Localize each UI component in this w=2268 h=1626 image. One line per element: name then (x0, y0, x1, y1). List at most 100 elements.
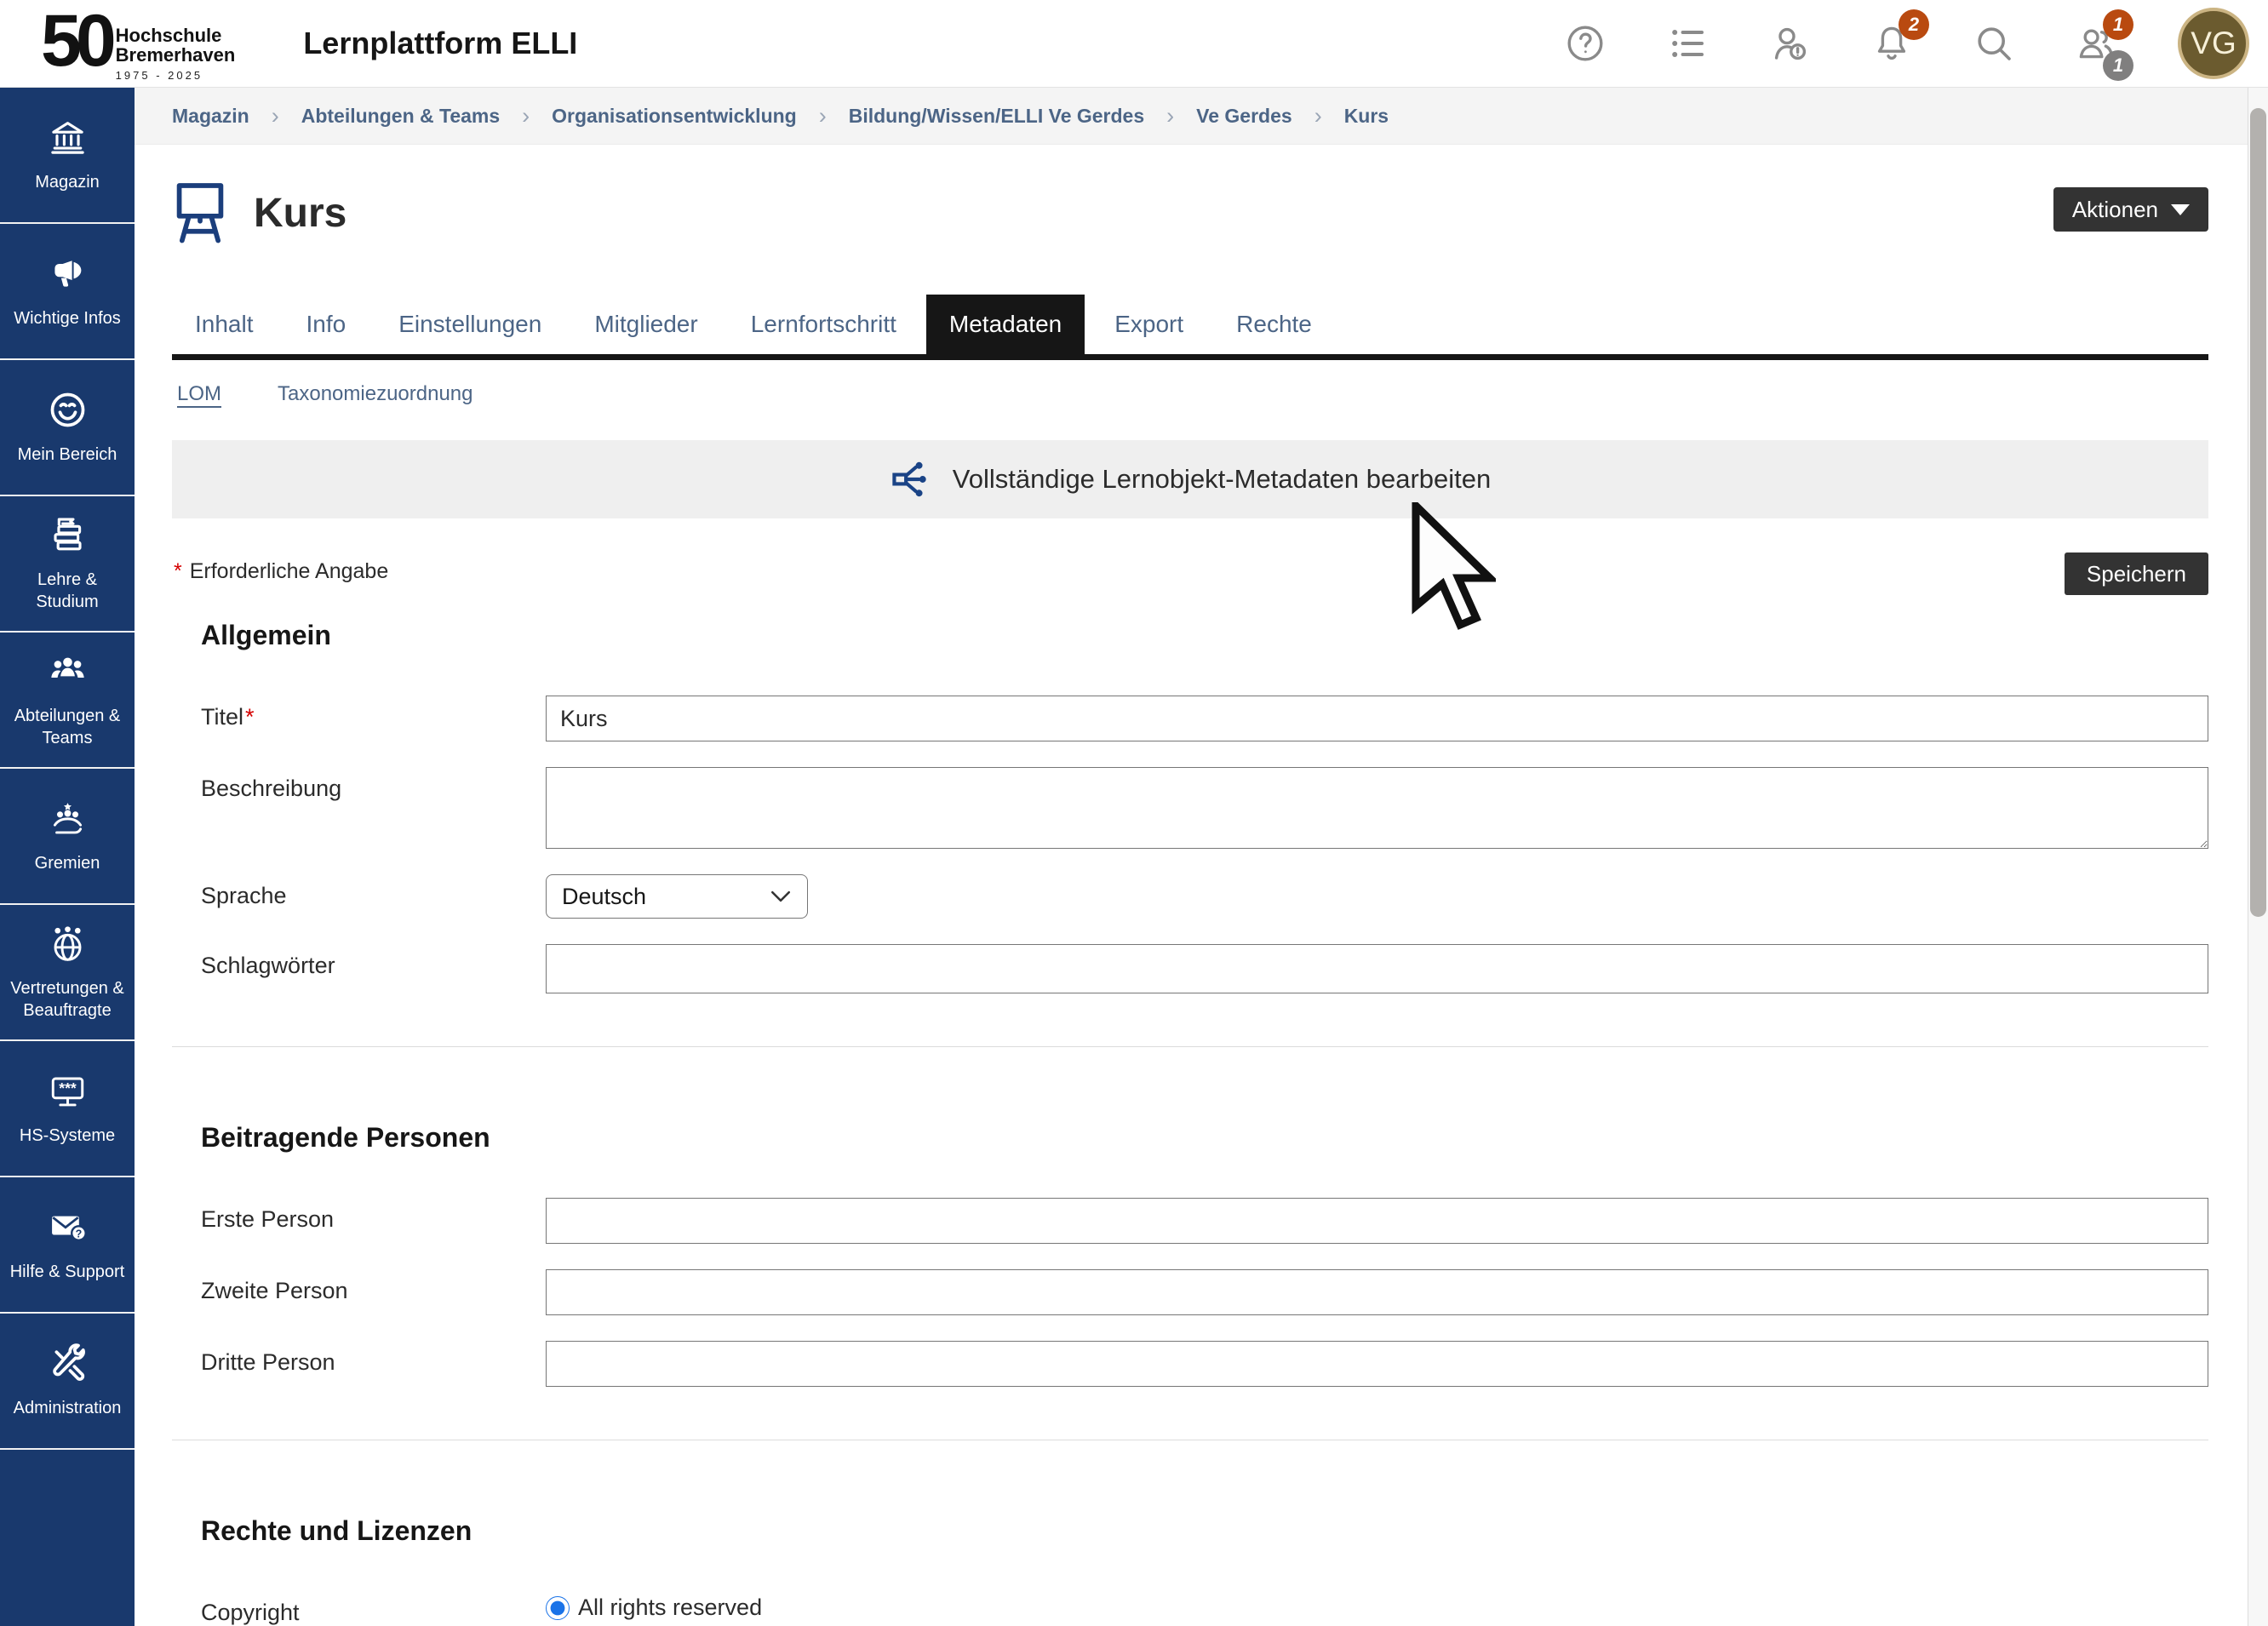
hochschule-bremerhaven-logo[interactable]: 50 Hochschule Bremerhaven 1975 - 2025 (41, 5, 235, 82)
schlagwoerter-label: Schlagwörter (172, 944, 546, 993)
required-marker: * (174, 559, 182, 583)
tab-metadaten[interactable]: Metadaten (926, 295, 1085, 354)
sidebar-item-vertretungen-beauftragte[interactable]: Vertretungen & Beauftragte (0, 905, 135, 1041)
mail-help-icon: ? (48, 1207, 88, 1251)
zweite-person-input[interactable] (546, 1269, 2208, 1315)
form-toolbar: *Erforderliche Angabe Speichern (172, 559, 2208, 584)
zweite-person-label: Zweite Person (172, 1269, 546, 1315)
top-header: 50 Hochschule Bremerhaven 1975 - 2025 Le… (0, 0, 2268, 88)
contacts-new-badge: 1 (2103, 9, 2133, 40)
tab-bar: Inhalt Info Einstellungen Mitglieder Ler… (172, 295, 2208, 360)
titel-label: Titel* (172, 696, 546, 741)
contacts-icon[interactable]: 1 1 (2076, 23, 2116, 64)
svg-text:?: ? (75, 1228, 82, 1240)
beschreibung-label: Beschreibung (172, 767, 546, 849)
breadcrumb-item[interactable]: Magazin (172, 105, 249, 128)
sidebar-item-magazin[interactable]: Magazin (0, 88, 135, 224)
sidebar-item-wichtige-infos[interactable]: Wichtige Infos (0, 224, 135, 360)
scrollbar-thumb[interactable] (2250, 108, 2266, 917)
caret-down-icon (2171, 204, 2190, 215)
page-title: Kurs (254, 190, 346, 237)
tab-lernfortschritt[interactable]: Lernfortschritt (728, 295, 919, 354)
books-icon (48, 515, 88, 559)
tab-rechte[interactable]: Rechte (1213, 295, 1335, 354)
tab-export[interactable]: Export (1091, 295, 1206, 354)
erste-person-label: Erste Person (172, 1198, 546, 1244)
sidebar-item-label: HS-Systeme (15, 1125, 119, 1147)
sidebar-item-label: Vertretungen & Beauftragte (0, 977, 135, 1022)
sprache-select[interactable]: Deutsch (546, 874, 808, 919)
tab-mitglieder[interactable]: Mitglieder (571, 295, 720, 354)
sidebar-item-label: Abteilungen & Teams (0, 705, 135, 749)
sidebar-item-hilfe-support[interactable]: ? Hilfe & Support (0, 1177, 135, 1314)
logo-line2: Bremerhaven (116, 45, 236, 65)
breadcrumb-separator-icon: › (272, 103, 279, 129)
sidebar-item-label: Gremien (31, 852, 105, 874)
edit-full-metadata-link[interactable]: Vollständige Lernobjekt-Metadaten bearbe… (172, 440, 2208, 518)
tab-info[interactable]: Info (284, 295, 369, 354)
metadata-hub-icon (890, 458, 932, 501)
subtab-taxonomiezuordnung[interactable]: Taxonomiezuordnung (278, 382, 473, 406)
breadcrumb-item[interactable]: Bildung/Wissen/ELLI Ve Gerdes (849, 105, 1144, 128)
sidebar-item-gremien[interactable]: Gremien (0, 769, 135, 905)
help-icon[interactable] (1565, 23, 1606, 64)
sidebar-item-administration[interactable]: Administration (0, 1314, 135, 1450)
people-group-icon (48, 651, 88, 696)
app-title: Lernplattform ELLI (303, 26, 577, 61)
schlagwoerter-input[interactable] (546, 944, 2208, 993)
monitor-password-icon: *** (48, 1071, 88, 1115)
who-is-online-icon[interactable] (1769, 23, 1810, 64)
copyright-label: Copyright (172, 1591, 546, 1626)
copyright-option-label: All rights reserved (578, 1595, 762, 1621)
aktionen-button[interactable]: Aktionen (2053, 187, 2208, 232)
breadcrumb-item[interactable]: Organisationsentwicklung (552, 105, 797, 128)
sidebar-item-label: Wichtige Infos (9, 307, 125, 329)
course-easel-icon (172, 180, 228, 245)
erste-person-input[interactable] (546, 1198, 2208, 1244)
notifications-bell-icon[interactable]: 2 (1871, 23, 1912, 64)
subtab-lom[interactable]: LOM (177, 382, 221, 406)
logo-50: 50 (41, 7, 111, 77)
logo-years: 1975 - 2025 (116, 69, 236, 82)
subtab-bar: LOM Taxonomiezuordnung (172, 382, 2208, 406)
tools-icon (48, 1343, 88, 1388)
sidebar-item-abteilungen-teams[interactable]: Abteilungen & Teams (0, 633, 135, 769)
breadcrumb-separator-icon: › (819, 103, 827, 129)
breadcrumb-separator-icon: › (1166, 103, 1174, 129)
sidebar-item-label: Administration (9, 1397, 126, 1419)
required-marker: * (245, 704, 255, 730)
breadcrumb-item[interactable]: Kurs (1344, 105, 1389, 128)
sidebar-item-label: Magazin (31, 171, 104, 193)
megaphone-icon (48, 254, 88, 298)
titel-input[interactable] (546, 696, 2208, 741)
breadcrumb-item[interactable]: Abteilungen & Teams (301, 105, 500, 128)
chevron-down-icon (770, 890, 792, 903)
main-area: Magazin › Abteilungen & Teams › Organisa… (135, 88, 2248, 1626)
dritte-person-input[interactable] (546, 1341, 2208, 1387)
copyright-radio[interactable] (546, 1596, 570, 1620)
beschreibung-textarea[interactable] (546, 767, 2208, 849)
dritte-person-label: Dritte Person (172, 1341, 546, 1387)
content: Kurs Aktionen Inhalt Info Einstellungen … (135, 145, 2248, 1626)
sidebar-item-mein-bereich[interactable]: Mein Bereich (0, 360, 135, 496)
todo-list-icon[interactable] (1667, 23, 1708, 64)
section-heading-beitragende: Beitragende Personen (201, 1122, 2208, 1154)
breadcrumb-separator-icon: › (522, 103, 530, 129)
speichern-button[interactable]: Speichern (2065, 552, 2208, 595)
breadcrumb-item[interactable]: Ve Gerdes (1196, 105, 1292, 128)
tab-inhalt[interactable]: Inhalt (172, 295, 277, 354)
required-hint: Erforderliche Angabe (190, 559, 388, 583)
sidebar-item-lehre-studium[interactable]: Lehre & Studium (0, 496, 135, 633)
sidebar-item-hs-systeme[interactable]: *** HS-Systeme (0, 1041, 135, 1177)
section-divider (172, 1046, 2208, 1047)
scrollbar (2248, 88, 2268, 1626)
sprache-label: Sprache (172, 874, 546, 919)
committee-icon (48, 799, 88, 843)
section-heading-allgemein: Allgemein (201, 620, 2208, 651)
search-icon[interactable] (1973, 23, 2014, 64)
breadcrumb: Magazin › Abteilungen & Teams › Organisa… (135, 88, 2248, 145)
user-avatar[interactable]: VG (2178, 8, 2249, 79)
sidebar-item-label: Hilfe & Support (6, 1261, 129, 1283)
tab-einstellungen[interactable]: Einstellungen (375, 295, 564, 354)
notification-count-badge: 2 (1899, 9, 1929, 40)
